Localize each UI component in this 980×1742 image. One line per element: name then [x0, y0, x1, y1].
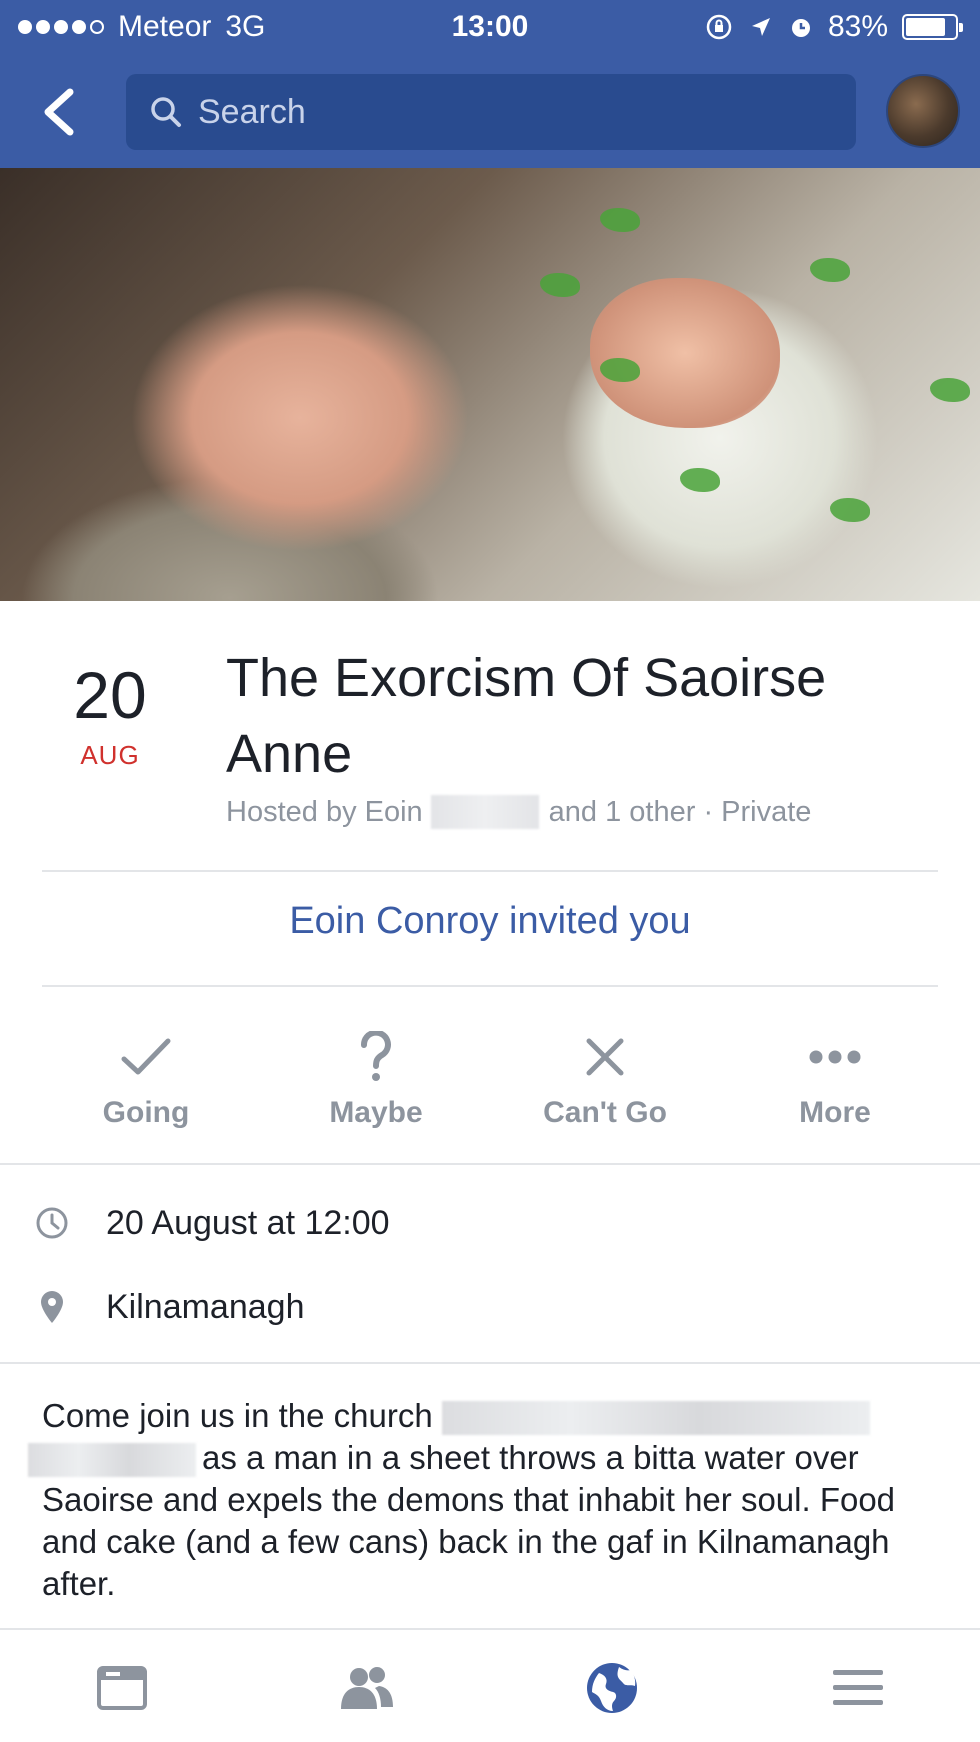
event-day: 20 [73, 658, 147, 732]
photo-detail [590, 278, 780, 428]
divider [0, 1362, 980, 1364]
maybe-label: Maybe [329, 1096, 423, 1129]
event-datetime: 20 August at 12:00 [106, 1203, 390, 1242]
event-location: Kilnamanagh [106, 1287, 305, 1326]
event-location-row[interactable]: Kilnamanagh [0, 1277, 980, 1337]
event-description: Come join us in the church as a man in a… [28, 1395, 952, 1605]
event-date-badge: 20 AUG [40, 662, 180, 771]
location-arrow-icon [751, 18, 770, 36]
tab-menu[interactable] [828, 1660, 888, 1716]
x-icon [586, 1038, 624, 1076]
photo-detail [830, 498, 870, 522]
search-placeholder: Search [198, 92, 306, 131]
tab-news-feed[interactable] [92, 1660, 152, 1716]
divider [42, 985, 938, 987]
top-bar: Meteor 3G 13:00 83% Search [0, 0, 980, 168]
event-cover-photo [0, 168, 980, 601]
globe-icon [587, 1663, 637, 1713]
divider [42, 870, 938, 872]
event-title: The Exorcism Of Saoirse Anne [226, 648, 827, 784]
host-suffix: and 1 other · Private [548, 795, 812, 828]
search-bar[interactable]: Search [126, 74, 856, 150]
bottom-tab-bar [0, 1628, 980, 1742]
clock-icon [36, 1207, 68, 1239]
friends-icon [341, 1667, 393, 1709]
photo-detail [540, 273, 580, 297]
description-part-1: Come join us in the church [42, 1397, 433, 1434]
ellipsis-icon [809, 1050, 861, 1064]
cant-go-button[interactable]: Can't Go [485, 1030, 725, 1130]
status-right: 83% [704, 10, 963, 44]
question-icon [360, 1031, 391, 1081]
pin-icon [41, 1291, 63, 1323]
event-host-line: Hosted by Eoin and 1 other · Private [226, 795, 811, 829]
checkmark-icon [121, 1038, 171, 1075]
redacted-text [28, 1443, 196, 1478]
photo-detail [810, 258, 850, 282]
photo-detail [930, 378, 970, 402]
photo-detail [680, 468, 720, 492]
more-label: More [799, 1096, 871, 1129]
tab-friends[interactable] [337, 1660, 397, 1716]
going-button[interactable]: Going [26, 1030, 266, 1130]
redacted-surname [430, 795, 539, 829]
going-label: Going [102, 1096, 190, 1129]
maybe-button[interactable]: Maybe [256, 1030, 496, 1130]
battery-icon [902, 14, 963, 40]
navigation-bar: Search [0, 72, 980, 154]
orientation-lock-icon [706, 14, 732, 40]
invited-by-link[interactable]: Eoin Conroy invited you [0, 900, 980, 943]
cant-go-label: Can't Go [543, 1096, 667, 1129]
rsvp-options: Going Maybe Can't Go More [0, 1030, 980, 1140]
alarm-icon [791, 19, 810, 37]
tab-notifications[interactable] [582, 1660, 642, 1716]
more-button[interactable]: More [715, 1030, 955, 1130]
battery-percent: 83% [827, 10, 888, 43]
profile-avatar[interactable] [886, 74, 960, 148]
host-prefix[interactable]: Hosted by Eoin [226, 796, 423, 829]
back-chevron-icon[interactable] [36, 84, 84, 140]
search-icon [151, 97, 181, 127]
redacted-text [441, 1401, 870, 1436]
event-time-row[interactable]: 20 August at 12:00 [0, 1193, 980, 1253]
status-bar: Meteor 3G 13:00 83% [0, 0, 980, 56]
divider [0, 1163, 980, 1165]
event-month: AUG [80, 740, 140, 770]
news-feed-icon [97, 1666, 147, 1710]
photo-detail [600, 208, 640, 232]
menu-icon [833, 1670, 883, 1705]
